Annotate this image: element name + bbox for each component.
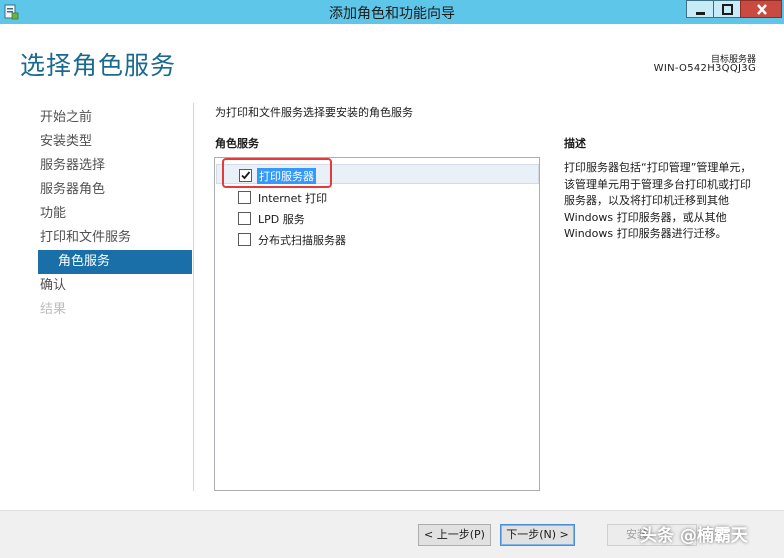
instruction-text: 为打印和文件服务选择要安装的角色服务 (215, 106, 413, 119)
nav-item-features[interactable]: 功能 (38, 202, 192, 226)
nav-item-installation-type[interactable]: 安装类型 (38, 130, 192, 154)
role-services-list[interactable]: 打印服务器 Internet 打印 LPD 服务 分布式扫描服务器 (214, 157, 540, 491)
role-row-lpd-service[interactable]: LPD 服务 (216, 208, 539, 228)
role-checkbox-distributed-scan-server[interactable] (238, 233, 251, 246)
page-title: 选择角色服务 (20, 51, 177, 80)
role-label: LPD 服务 (258, 213, 305, 226)
watermark-text: 头条 @楠霸天 (640, 526, 748, 546)
wizard-nav: 开始之前 安装类型 服务器选择 服务器角色 功能 打印和文件服务 角色服务 确认… (38, 106, 192, 322)
nav-item-confirmation[interactable]: 确认 (38, 274, 192, 298)
description-heading: 描述 (564, 137, 586, 150)
title-bar[interactable]: 添加角色和功能向导 (0, 0, 784, 24)
nav-item-server-selection[interactable]: 服务器选择 (38, 154, 192, 178)
role-checkbox-lpd-service[interactable] (238, 212, 251, 225)
role-checkbox-internet-printing[interactable] (238, 191, 251, 204)
nav-item-server-roles[interactable]: 服务器角色 (38, 178, 192, 202)
nav-item-results: 结果 (40, 302, 67, 317)
nav-divider (193, 103, 194, 491)
window-title: 添加角色和功能向导 (329, 6, 455, 22)
description-text: 打印服务器包括“打印管理”管理单元，该管理单元用于管理多台打印机或打印服务器，以… (564, 161, 752, 240)
previous-button[interactable]: < 上一步(P) (418, 524, 491, 546)
role-row-distributed-scan-server[interactable]: 分布式扫描服务器 (216, 229, 539, 249)
role-label: 分布式扫描服务器 (258, 234, 346, 247)
maximize-button[interactable] (713, 0, 741, 18)
next-button[interactable]: 下一步(N) > (500, 524, 575, 546)
nav-item-print-file-services[interactable]: 打印和文件服务 (38, 226, 192, 250)
annotation-highlight-box (222, 158, 332, 188)
nav-item-role-services[interactable]: 角色服务 (38, 250, 192, 274)
nav-item-before-you-begin[interactable]: 开始之前 (38, 106, 192, 130)
role-row-internet-printing[interactable]: Internet 打印 (216, 187, 539, 207)
target-server-name: WIN-O542H3QQJ3G (653, 63, 756, 74)
roles-heading: 角色服务 (215, 137, 259, 150)
role-label: Internet 打印 (258, 192, 328, 205)
wizard-window: 添加角色和功能向导 选择角色服务 目标服务器 WIN-O542H3QQJ3G 开… (0, 0, 784, 558)
minimize-button[interactable] (686, 0, 714, 18)
close-button[interactable] (740, 0, 782, 18)
